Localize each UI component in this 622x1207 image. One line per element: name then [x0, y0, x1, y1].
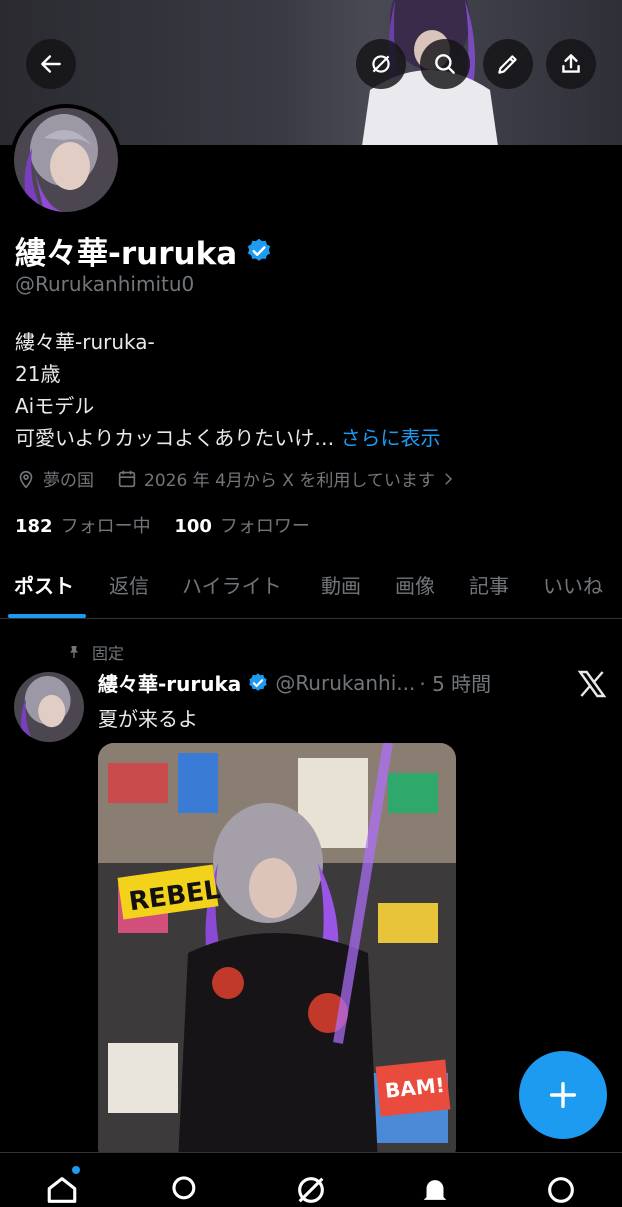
post-header: 縷々華-ruruka @Rurukanhi... · 5 時間	[98, 668, 491, 697]
edit-icon	[498, 55, 517, 74]
messages-icon[interactable]	[544, 1173, 578, 1207]
pinned-label: 固定	[92, 644, 125, 663]
follow-stats: 182 フォロー中 100 フォロワー	[15, 512, 310, 538]
home-notification-dot	[72, 1166, 80, 1174]
profile-name: 縷々華-ruruka	[15, 228, 273, 273]
grok-button[interactable]	[356, 39, 406, 89]
profile-meta: 夢の国 2026 年 4月から X を利用しています	[15, 466, 463, 491]
edit-button[interactable]	[483, 39, 533, 89]
following-count: 182	[15, 516, 53, 537]
calendar-icon	[118, 470, 136, 487]
profile-name-text: 縷々華-ruruka	[15, 236, 238, 272]
post-image[interactable]: REBEL BAM!	[98, 743, 456, 1163]
tab-videos[interactable]: 動画	[321, 570, 361, 599]
bio-line: 可愛いよりカッコよくありたいけ…	[15, 426, 335, 450]
post-author-name[interactable]: 縷々華-ruruka	[98, 668, 241, 697]
avatar-image	[14, 108, 118, 212]
grok-nav-icon[interactable]	[294, 1173, 328, 1207]
profile-joined-date: 2026 年 4月から X を利用しています	[144, 471, 435, 491]
followers-link[interactable]: 100 フォロワー	[174, 516, 310, 537]
grok-icon	[372, 55, 390, 73]
search-button[interactable]	[420, 39, 470, 89]
tab-media[interactable]: 画像	[395, 570, 435, 599]
post-text: 夏が来るよ	[98, 707, 198, 731]
avatar-image	[14, 672, 84, 742]
tab-replies[interactable]: 返信	[109, 570, 149, 599]
following-label: フォロー中	[60, 516, 151, 537]
bottom-navigation	[0, 1152, 622, 1203]
profile-bio: 縷々華-ruruka- 21歳 Aiモデル 可愛いよりカッコよくありたいけ… さ…	[15, 326, 441, 454]
bio-line: 21歳	[15, 362, 61, 386]
followers-label: フォロワー	[219, 516, 310, 537]
back-button[interactable]	[26, 39, 76, 89]
location-pin-icon	[19, 470, 33, 488]
tab-articles[interactable]: 記事	[469, 570, 509, 599]
chevron-right-icon[interactable]	[439, 470, 457, 488]
share-icon	[562, 54, 580, 73]
tab-likes[interactable]: いいね	[543, 570, 603, 599]
tab-highlights[interactable]: ハイライト	[182, 570, 282, 599]
tab-posts[interactable]: ポスト	[14, 570, 74, 599]
plus-icon	[549, 1081, 577, 1109]
profile-tabs: ポスト 返信 ハイライト 動画 画像 記事 いいね	[0, 566, 622, 619]
compose-post-button[interactable]	[519, 1051, 607, 1139]
following-link[interactable]: 182 フォロー中	[15, 516, 151, 537]
post-photo: REBEL BAM!	[98, 743, 456, 1163]
verified-badge-icon	[249, 672, 268, 691]
show-more-link[interactable]: さらに表示	[341, 426, 441, 450]
post-timestamp[interactable]: · 5 時間	[419, 668, 491, 697]
verified-badge-icon	[248, 238, 271, 261]
profile-handle: @Rurukanhimitu0	[15, 272, 195, 296]
post-author-handle[interactable]: @Rurukanhi...	[275, 671, 415, 695]
profile-location: 夢の国	[43, 471, 94, 491]
active-tab-indicator	[8, 614, 86, 618]
home-icon[interactable]	[45, 1173, 79, 1207]
search-nav-icon[interactable]	[169, 1173, 203, 1207]
search-icon	[435, 54, 455, 74]
x-logo-icon	[577, 670, 607, 698]
share-button[interactable]	[546, 39, 596, 89]
bio-line: Aiモデル	[15, 394, 95, 418]
pinned-indicator: 固定	[66, 640, 124, 664]
profile-avatar[interactable]	[10, 104, 122, 216]
followers-count: 100	[174, 516, 212, 537]
arrow-left-icon	[41, 55, 61, 73]
bio-line: 縷々華-ruruka-	[15, 330, 155, 354]
notifications-icon[interactable]	[418, 1173, 452, 1207]
post-author-avatar[interactable]	[14, 672, 84, 742]
pin-icon	[70, 646, 78, 658]
